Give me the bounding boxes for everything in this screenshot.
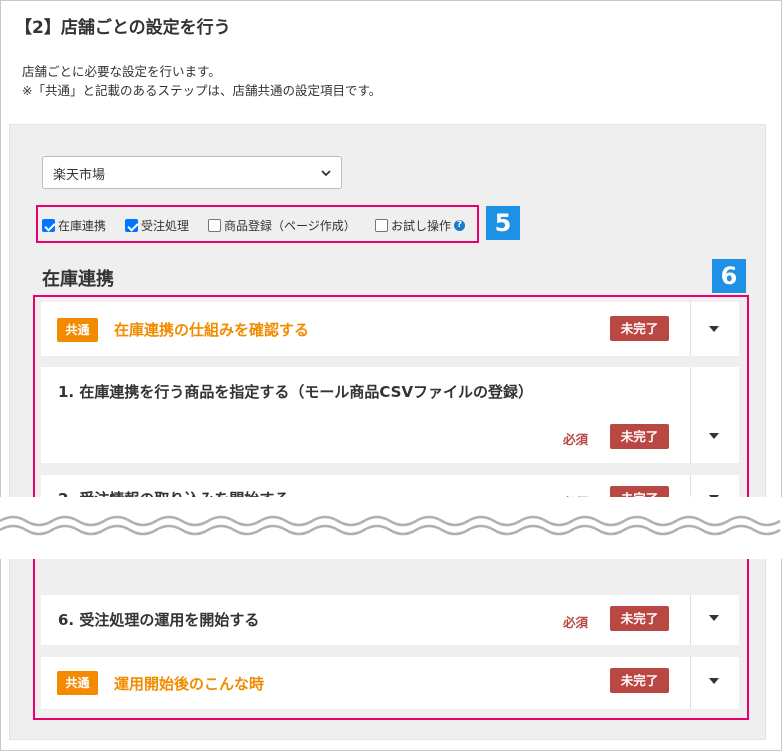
chevron-down-icon[interactable] xyxy=(709,433,719,439)
step-card[interactable]: 共通 運用開始後のこんな時 未完了 xyxy=(41,657,739,709)
filter-otameshi[interactable]: お試し操作 ? xyxy=(375,217,466,234)
help-icon[interactable]: ? xyxy=(454,220,466,231)
wavy-break-icon xyxy=(0,515,781,536)
chevron-down-icon[interactable] xyxy=(709,615,719,621)
chevron-down-icon xyxy=(321,170,331,177)
step-title[interactable]: 1. 在庫連携を行う商品を指定する（モール商品CSVファイルの登録） xyxy=(58,381,533,402)
chevron-down-icon[interactable] xyxy=(709,326,719,332)
filter-zaiko-label: 在庫連携 xyxy=(58,219,107,233)
step-title[interactable]: 運用開始後のこんな時 xyxy=(114,673,264,694)
card-divider xyxy=(690,302,691,356)
common-badge: 共通 xyxy=(57,318,98,342)
card-divider xyxy=(690,595,691,645)
card-divider xyxy=(690,657,691,709)
omitted-content-break xyxy=(0,497,782,559)
status-badge: 未完了 xyxy=(610,668,669,693)
page-title: 【2】店舗ごとの設定を行う xyxy=(15,18,231,38)
store-select[interactable]: 楽天市場 xyxy=(42,156,342,189)
status-badge: 未完了 xyxy=(610,316,669,341)
callout-badge-5: 5 xyxy=(486,206,520,240)
filter-juchu[interactable]: 受注処理 xyxy=(125,217,189,234)
step-card[interactable]: 6. 受注処理の運用を開始する 必須 未完了 xyxy=(41,595,739,645)
store-select-value: 楽天市場 xyxy=(53,168,106,183)
required-label: 必須 xyxy=(563,615,589,630)
status-badge: 未完了 xyxy=(610,424,669,449)
step-title[interactable]: 6. 受注処理の運用を開始する xyxy=(58,609,259,630)
description-line-1: 店舗ごとに必要な設定を行います。 xyxy=(22,64,221,79)
section-title: 在庫連携 xyxy=(42,269,114,290)
step-card[interactable]: 1. 在庫連携を行う商品を指定する（モール商品CSVファイルの登録） 必須 未完… xyxy=(41,367,739,463)
step-title[interactable]: 在庫連携の仕組みを確認する xyxy=(114,319,309,340)
checkbox-shohin[interactable] xyxy=(208,219,221,232)
filter-zaiko[interactable]: 在庫連携 xyxy=(42,217,106,234)
filter-otameshi-label: お試し操作 xyxy=(391,219,452,233)
required-label: 必須 xyxy=(563,432,589,447)
status-badge: 未完了 xyxy=(610,606,669,631)
step-card[interactable]: 共通 在庫連携の仕組みを確認する 未完了 xyxy=(41,302,739,356)
checkbox-juchu[interactable] xyxy=(125,219,138,232)
checkbox-otameshi[interactable] xyxy=(375,219,388,232)
card-divider xyxy=(690,367,691,463)
filter-shohin-label: 商品登録（ページ作成） xyxy=(224,219,356,233)
checkbox-zaiko[interactable] xyxy=(42,219,55,232)
callout-badge-6: 6 xyxy=(712,259,746,293)
filter-juchu-label: 受注処理 xyxy=(141,219,190,233)
chevron-down-icon[interactable] xyxy=(709,678,719,684)
filter-shohin[interactable]: 商品登録（ページ作成） xyxy=(208,217,356,234)
description-line-2: ※「共通」と記載のあるステップは、店舗共通の設定項目です。 xyxy=(22,83,382,98)
common-badge: 共通 xyxy=(57,671,98,695)
